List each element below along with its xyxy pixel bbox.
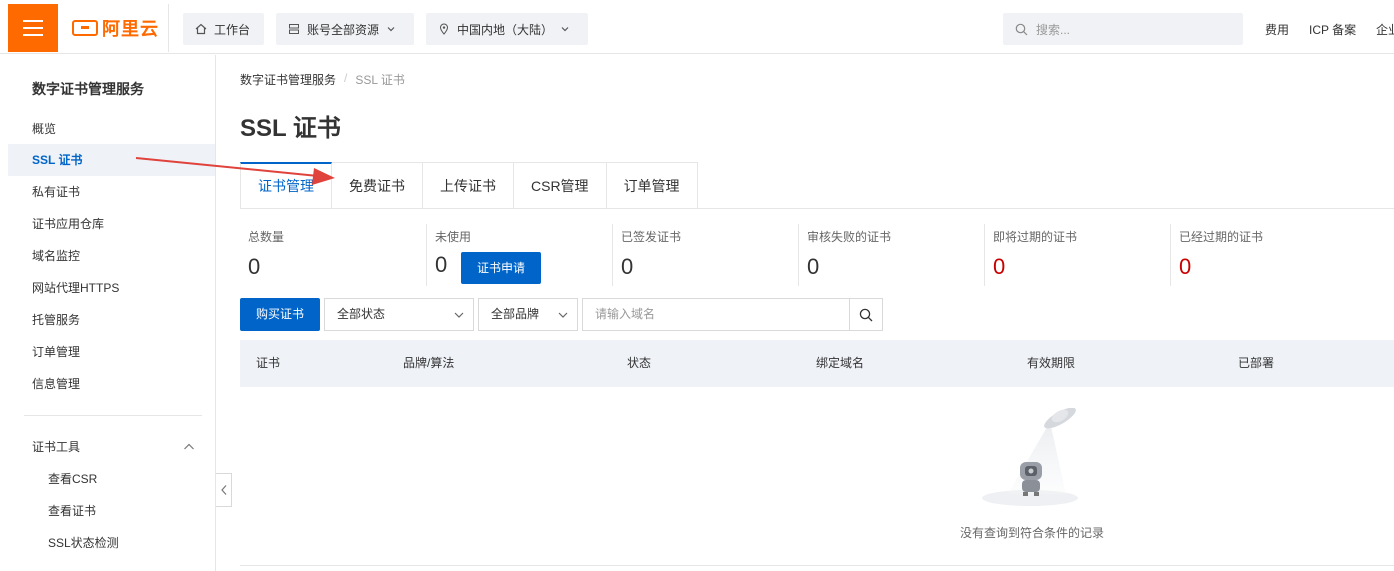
certificate-stats: 总数量 0 未使用 0 证书申请 已签发证书 0 审核失败的证书 0 即将过期的… xyxy=(240,224,1394,286)
chevron-down-icon xyxy=(558,312,568,318)
search-icon xyxy=(859,308,873,321)
sidebar-item-managed-service[interactable]: 托管服务 xyxy=(8,304,215,336)
stat-value: 0 xyxy=(435,252,448,277)
stat-label: 即将过期的证书 xyxy=(993,230,1078,244)
stat-failed-review: 审核失败的证书 0 xyxy=(798,224,984,286)
chevron-down-icon xyxy=(387,27,395,32)
table-bottom-border xyxy=(240,565,1394,566)
empty-state-message: 没有查询到符合条件的记录 xyxy=(960,526,1105,540)
chevron-left-icon xyxy=(220,485,226,495)
sidebar-item-domain-monitoring[interactable]: 域名监控 xyxy=(8,240,215,272)
tab-certificate-management[interactable]: 证书管理 xyxy=(240,162,332,209)
sidebar-item-ssl-certificate[interactable]: SSL 证书 xyxy=(8,144,215,176)
top-navigation-bar: 阿里云 工作台 账号全部资源 中国内地（大陆） 搜索... 费用 ICP 备案 … xyxy=(0,0,1394,54)
sidebar-item-order-management[interactable]: 订单管理 xyxy=(8,336,215,368)
home-icon xyxy=(195,23,207,35)
domain-search-button[interactable] xyxy=(849,298,883,331)
resource-scope-label: 账号全部资源 xyxy=(307,22,380,37)
stat-value: 0 xyxy=(248,254,261,279)
stat-expiring-soon: 即将过期的证书 0 xyxy=(984,224,1170,286)
stat-label: 未使用 xyxy=(435,230,472,244)
column-header-status: 状态 xyxy=(627,356,652,370)
sidebar-divider xyxy=(24,415,202,416)
stat-label: 已经过期的证书 xyxy=(1179,230,1264,244)
sidebar-item-cert-repository[interactable]: 证书应用仓库 xyxy=(8,208,215,240)
stat-issued: 已签发证书 0 xyxy=(612,224,798,286)
status-filter-select[interactable]: 全部状态 xyxy=(324,298,474,331)
sidebar-group-cert-tools[interactable]: 证书工具 xyxy=(8,431,215,463)
sidebar-item-view-certificate[interactable]: 查看证书 xyxy=(8,495,215,527)
empty-state-illustration xyxy=(982,408,1078,506)
stat-value: 0 xyxy=(1179,254,1192,279)
sidebar-title: 数字证书管理服务 xyxy=(32,81,144,97)
sidebar-item-https-proxy[interactable]: 网站代理HTTPS xyxy=(8,272,215,304)
stat-value: 0 xyxy=(621,254,634,279)
tab-free-certificate[interactable]: 免费证书 xyxy=(332,162,423,209)
brand-filter-value: 全部品牌 xyxy=(491,307,540,321)
breadcrumb-separator: / xyxy=(344,71,348,85)
domain-search-input[interactable]: 请输入域名 xyxy=(582,298,850,331)
stat-unused: 未使用 0 证书申请 xyxy=(426,224,612,286)
sidebar-item-ssl-status-check[interactable]: SSL状态检测 xyxy=(8,527,215,559)
cert-tools-label: 证书工具 xyxy=(32,440,81,454)
stat-label: 审核失败的证书 xyxy=(807,230,892,244)
workbench-label: 工作台 xyxy=(214,22,251,37)
global-search-input[interactable]: 搜索... xyxy=(1003,13,1243,45)
tab-upload-certificate[interactable]: 上传证书 xyxy=(423,162,514,209)
sidebar-item-private-certificate[interactable]: 私有证书 xyxy=(8,176,215,208)
logo-text: 阿里云 xyxy=(102,19,159,39)
breadcrumb: 数字证书管理服务 / SSL 证书 xyxy=(240,71,405,88)
chevron-up-icon xyxy=(184,443,194,450)
certificate-table-header: 证书 品牌/算法 状态 绑定域名 有效期限 已部署 xyxy=(240,340,1394,387)
sidebar-item-info-management[interactable]: 信息管理 xyxy=(8,368,215,400)
icp-filing-link[interactable]: ICP 备案 xyxy=(1309,21,1356,38)
hamburger-menu-button[interactable] xyxy=(8,4,58,52)
location-pin-icon xyxy=(439,23,449,35)
brand-filter-select[interactable]: 全部品牌 xyxy=(478,298,578,331)
column-header-validity: 有效期限 xyxy=(1027,356,1076,370)
stat-label: 已签发证书 xyxy=(621,230,682,244)
column-header-deployed: 已部署 xyxy=(1238,356,1275,370)
server-icon xyxy=(289,24,299,34)
sidebar: 数字证书管理服务 概览 SSL 证书 私有证书 证书应用仓库 域名监控 网站代理… xyxy=(8,55,216,571)
domain-search-placeholder: 请输入域名 xyxy=(595,307,656,321)
header-divider xyxy=(168,4,169,52)
search-placeholder: 搜索... xyxy=(1036,22,1071,37)
stat-total: 总数量 0 xyxy=(240,224,426,286)
aliyun-logo[interactable]: 阿里云 xyxy=(72,17,159,39)
region-label: 中国内地（大陆） xyxy=(457,22,554,37)
enterprise-link[interactable]: 企业 xyxy=(1376,21,1394,38)
column-header-brand-algorithm: 品牌/算法 xyxy=(403,356,455,370)
stat-label: 总数量 xyxy=(248,230,285,244)
buy-certificate-button[interactable]: 购买证书 xyxy=(240,298,320,331)
chevron-down-icon xyxy=(454,312,464,318)
search-icon xyxy=(1015,23,1028,35)
sidebar-item-overview[interactable]: 概览 xyxy=(8,113,215,145)
region-dropdown[interactable]: 中国内地（大陆） xyxy=(426,13,588,45)
certificate-tabs: 证书管理 免费证书 上传证书 CSR管理 订单管理 xyxy=(240,162,698,209)
stat-value: 0 xyxy=(807,254,820,279)
workbench-button[interactable]: 工作台 xyxy=(183,13,264,45)
tab-order-management[interactable]: 订单管理 xyxy=(606,162,698,209)
chevron-down-icon xyxy=(561,27,569,32)
billing-link[interactable]: 费用 xyxy=(1265,21,1289,38)
page-title: SSL 证书 xyxy=(240,115,341,142)
breadcrumb-current: SSL 证书 xyxy=(355,73,405,87)
tabs-underline xyxy=(240,208,1394,209)
stat-expired: 已经过期的证书 0 xyxy=(1170,224,1356,286)
sidebar-item-view-csr[interactable]: 查看CSR xyxy=(8,463,215,495)
apply-certificate-button[interactable]: 证书申请 xyxy=(461,252,541,284)
resource-scope-dropdown[interactable]: 账号全部资源 xyxy=(276,13,414,45)
aliyun-logo-icon xyxy=(72,20,98,36)
stat-value: 0 xyxy=(993,254,1006,279)
tab-csr-management[interactable]: CSR管理 xyxy=(514,162,607,209)
breadcrumb-root-link[interactable]: 数字证书管理服务 xyxy=(240,71,336,88)
sidebar-collapse-button[interactable] xyxy=(216,473,232,507)
status-filter-value: 全部状态 xyxy=(337,307,386,321)
column-header-certificate: 证书 xyxy=(256,356,281,370)
column-header-bound-domain: 绑定域名 xyxy=(816,356,865,370)
